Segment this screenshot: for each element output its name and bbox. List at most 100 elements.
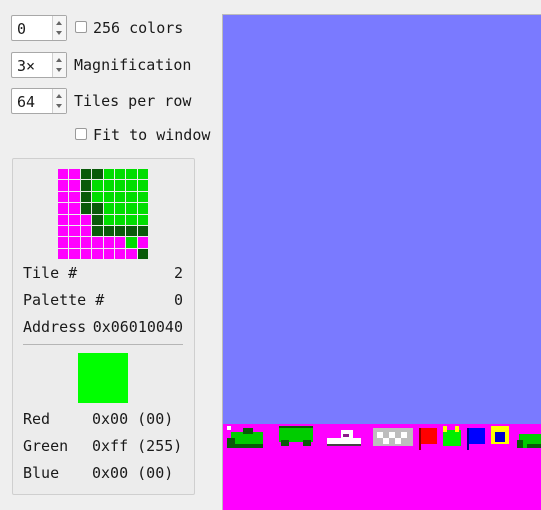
tile-pixel xyxy=(137,180,148,191)
blue-flag-sprite xyxy=(467,428,485,450)
tile-pixel xyxy=(69,191,80,203)
magnification-spinbox[interactable]: 3× xyxy=(11,52,67,78)
tile-pixel xyxy=(69,237,80,248)
tile-pixel xyxy=(137,169,148,180)
blue-label: Blue xyxy=(23,464,60,482)
magnification-label: Magnification xyxy=(74,56,192,74)
tile-pixel xyxy=(69,180,80,191)
tile-pixel xyxy=(58,248,69,259)
spin-arrows[interactable] xyxy=(52,53,66,77)
tiles-per-row-label: Tiles per row xyxy=(74,92,192,110)
transparent-area[interactable] xyxy=(223,452,541,510)
tile-pixel xyxy=(58,237,69,248)
increment-arrow-icon[interactable] xyxy=(56,58,62,62)
green-row: Green 0xff (255) xyxy=(23,437,183,457)
tiles-per-row-spinbox[interactable]: 64 xyxy=(11,88,67,114)
red-flag-sprite xyxy=(419,428,437,450)
tile-pixel xyxy=(137,203,148,214)
colors256-checkbox[interactable] xyxy=(75,21,87,33)
tile-pixel xyxy=(103,248,114,259)
decrement-arrow-icon[interactable] xyxy=(56,104,62,108)
tile-pixel xyxy=(126,248,137,259)
increment-arrow-icon[interactable] xyxy=(56,94,62,98)
tile-pixel xyxy=(58,225,69,237)
tiles-per-row-value: 64 xyxy=(17,93,36,111)
tile-view-canvas[interactable] xyxy=(222,14,541,510)
decrement-arrow-icon[interactable] xyxy=(56,68,62,72)
fit-to-window-checkbox[interactable] xyxy=(75,128,87,140)
tile-pixel xyxy=(58,191,69,203)
tile-pixel xyxy=(80,169,92,180)
tile-pixel xyxy=(69,225,80,237)
tile-pixel xyxy=(126,180,137,191)
tile-pixel xyxy=(137,248,148,259)
tile-pixel xyxy=(92,169,103,180)
sprite-tiles xyxy=(227,426,541,450)
tile-pixel xyxy=(80,203,92,214)
green-value: 0xff (255) xyxy=(92,437,183,455)
fit-to-window-label: Fit to window xyxy=(93,126,211,144)
magnification-value: 3× xyxy=(17,57,36,75)
color-swatch xyxy=(78,353,128,403)
green-label: Green xyxy=(23,437,69,455)
tile-pixel xyxy=(92,180,103,191)
white-bird-sprite xyxy=(327,430,361,446)
grey-rock-sprite xyxy=(373,428,413,446)
colors256-label: 256 colors xyxy=(93,19,184,37)
spin-arrows[interactable] xyxy=(52,89,66,113)
tile-pixel xyxy=(80,191,92,203)
palette-index-value: 0 xyxy=(17,20,27,38)
tile-number-value: 2 xyxy=(173,264,183,282)
tile-pixel xyxy=(80,180,92,191)
tile-pixel xyxy=(114,203,126,214)
tile-pixel xyxy=(80,237,92,248)
palette-index-spinbox[interactable]: 0 xyxy=(11,15,67,41)
tile-pixel xyxy=(80,248,92,259)
green-creature-sprite-partial xyxy=(517,434,541,448)
red-value: 0x00 (00) xyxy=(92,410,174,428)
blue-row: Blue 0x00 (00) xyxy=(23,464,183,484)
tile-pixel xyxy=(92,191,103,203)
blue-value: 0x00 (00) xyxy=(92,464,174,482)
tile-pixel xyxy=(92,214,103,225)
address-label: Address xyxy=(23,318,87,336)
tile-pixel xyxy=(103,180,114,191)
tile-pixel xyxy=(126,169,137,180)
spin-arrows[interactable] xyxy=(52,16,66,40)
tile-pixel xyxy=(114,237,126,248)
divider xyxy=(23,344,183,345)
green-blob-sprite xyxy=(279,426,313,446)
tile-pixel xyxy=(69,248,80,259)
tile-pixel xyxy=(80,225,92,237)
tile-preview xyxy=(58,169,148,259)
tile-pixel xyxy=(137,191,148,203)
tile-pixel xyxy=(126,203,137,214)
red-label: Red xyxy=(23,410,51,428)
address-row: Address 0x06010040 xyxy=(23,318,183,338)
tile-pixel xyxy=(103,191,114,203)
tile-pixel xyxy=(58,203,69,214)
sprite-tile-strip[interactable] xyxy=(223,424,541,452)
tile-pixel xyxy=(114,191,126,203)
tile-pixel xyxy=(92,248,103,259)
tile-pixel xyxy=(114,180,126,191)
tile-pixel xyxy=(114,225,126,237)
address-value: 0x06010040 xyxy=(92,318,183,336)
tile-pixel xyxy=(69,203,80,214)
palette-number-value: 0 xyxy=(173,291,183,309)
tile-pixel xyxy=(58,180,69,191)
red-row: Red 0x00 (00) xyxy=(23,410,183,430)
tile-pixel xyxy=(114,214,126,225)
tile-pixel xyxy=(137,214,148,225)
tile-pixel xyxy=(58,214,69,225)
tile-pixel xyxy=(69,214,80,225)
tile-pixel xyxy=(103,214,114,225)
tile-pixel xyxy=(69,169,80,180)
tile-pixel xyxy=(58,169,69,180)
tile-pixel xyxy=(114,169,126,180)
tile-number-row: Tile # 2 xyxy=(23,264,183,284)
increment-arrow-icon[interactable] xyxy=(56,21,62,25)
tile-pixel xyxy=(103,169,114,180)
yellow-flag-sprite xyxy=(491,426,509,444)
decrement-arrow-icon[interactable] xyxy=(56,31,62,35)
